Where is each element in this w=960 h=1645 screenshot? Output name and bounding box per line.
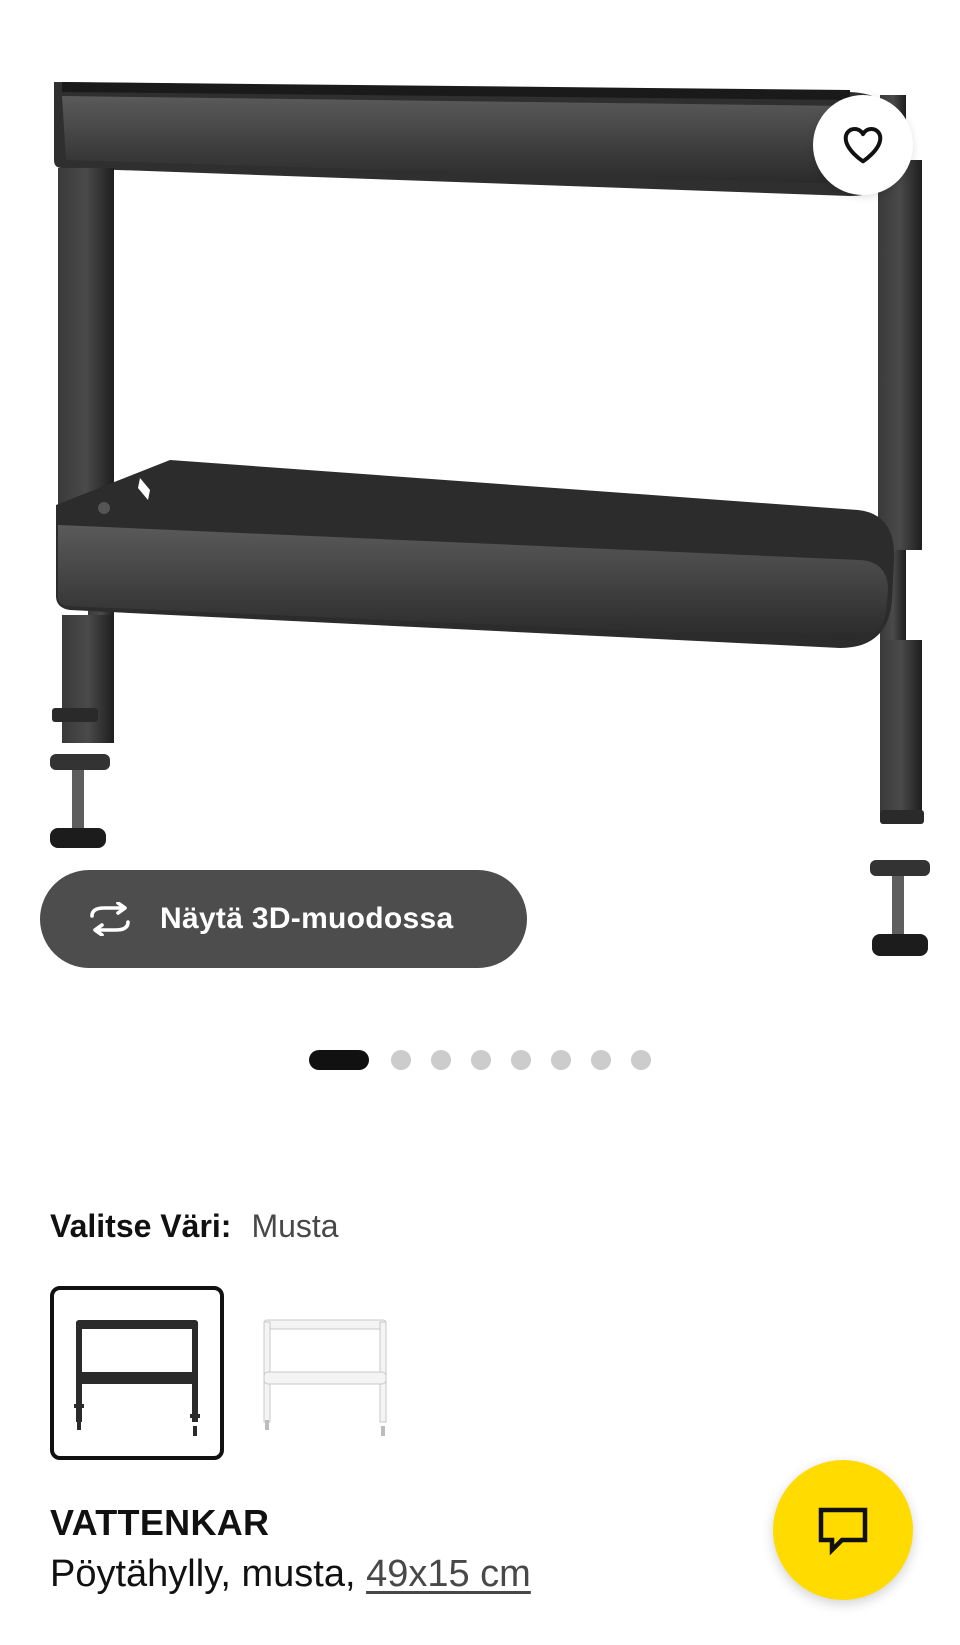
product-name: VATTENKAR [50, 1502, 270, 1543]
chat-button[interactable] [773, 1460, 913, 1600]
carousel-pagination[interactable] [0, 1049, 960, 1071]
product-type: Pöytähylly, musta, [50, 1553, 367, 1595]
product-description: Pöytähylly, musta, 49x15 cm [50, 1553, 531, 1596]
view-3d-label: Näytä 3D-muodossa [160, 902, 454, 935]
swatch-white-thumbnail [263, 1319, 387, 1436]
carousel-dot[interactable] [471, 1050, 491, 1070]
color-swatches [50, 1286, 426, 1460]
color-selector-heading: Valitse Väri: Musta [50, 1208, 339, 1245]
carousel-dot[interactable] [631, 1050, 651, 1070]
carousel-dot[interactable] [511, 1050, 531, 1070]
swatch-black[interactable] [50, 1286, 224, 1460]
color-label: Valitse Väri: [50, 1208, 232, 1244]
carousel-dot[interactable] [391, 1050, 411, 1070]
favorite-button[interactable] [813, 95, 913, 195]
swatch-white[interactable] [238, 1286, 412, 1460]
product-gallery[interactable]: Näytä 3D-muodossa [0, 0, 960, 1000]
carousel-dot-active[interactable] [309, 1050, 369, 1070]
carousel-dot[interactable] [431, 1050, 451, 1070]
carousel-dot[interactable] [551, 1050, 571, 1070]
heart-icon [843, 127, 883, 164]
view-3d-button[interactable]: Näytä 3D-muodossa [40, 870, 527, 968]
chat-icon [818, 1507, 868, 1555]
rotate-3d-icon [90, 902, 130, 936]
selected-color: Musta [251, 1208, 339, 1244]
swatch-black-thumbnail [74, 1320, 200, 1436]
product-size-link[interactable]: 49x15 cm [366, 1553, 531, 1595]
carousel-dot[interactable] [591, 1050, 611, 1070]
